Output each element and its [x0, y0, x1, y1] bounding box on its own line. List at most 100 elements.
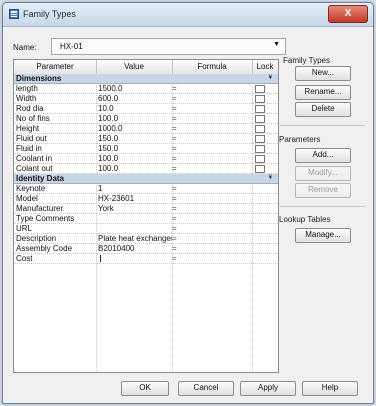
- parameter-value-cell[interactable]: 1000.0: [98, 124, 172, 133]
- column-header-parameter[interactable]: Parameter: [14, 60, 97, 74]
- parameter-formula-cell[interactable]: =: [172, 94, 252, 103]
- parameter-row: Fluid in 150.0 =: [14, 144, 278, 154]
- close-button[interactable]: X: [328, 5, 368, 23]
- parameter-row: Width 600.0 =: [14, 94, 278, 104]
- remove-parameter-button[interactable]: Remove: [295, 183, 351, 198]
- grid-header: Parameter Value Formula Lock: [14, 60, 278, 75]
- parameter-row: Assembly Code B2010400 =: [14, 244, 278, 254]
- parameters-grid: Parameter Value Formula Lock Dimensions ¥…: [13, 59, 279, 373]
- parameter-name-cell: Fluid out: [16, 134, 47, 143]
- parameter-row: No of fins 100.0 =: [14, 114, 278, 124]
- name-label: Name:: [13, 43, 37, 52]
- parameter-value-cell[interactable]: 100.0: [98, 154, 172, 163]
- parameter-name-cell: Cost: [16, 254, 33, 263]
- app-icon: [9, 9, 19, 19]
- parameter-formula-cell[interactable]: =: [172, 144, 252, 153]
- parameter-formula-cell[interactable]: =: [172, 194, 252, 203]
- parameter-value-cell[interactable]: 600.0: [98, 94, 172, 103]
- parameter-formula-cell[interactable]: =: [172, 254, 252, 263]
- parameter-formula-cell[interactable]: =: [172, 204, 252, 213]
- lock-checkbox[interactable]: [255, 145, 265, 153]
- column-header-lock[interactable]: Lock: [252, 60, 278, 74]
- collapse-icon[interactable]: ¥: [269, 174, 272, 183]
- lock-checkbox[interactable]: [255, 125, 265, 133]
- parameter-value-cell[interactable]: 100.0: [98, 114, 172, 123]
- modify-parameter-button[interactable]: Modify...: [295, 166, 351, 181]
- parameter-value-cell[interactable]: B2010400: [98, 244, 172, 253]
- apply-button[interactable]: Apply: [240, 381, 296, 396]
- lock-checkbox[interactable]: [255, 155, 265, 163]
- help-button[interactable]: Help: [302, 381, 358, 396]
- parameter-row: Height 1000.0 =: [14, 124, 278, 134]
- lock-checkbox[interactable]: [255, 135, 265, 143]
- column-header-formula[interactable]: Formula: [172, 60, 253, 74]
- parameter-formula-cell[interactable]: =: [172, 234, 252, 243]
- parameter-value-cell[interactable]: [98, 214, 172, 223]
- name-select[interactable]: HX-01 ▼: [51, 38, 286, 55]
- lock-checkbox[interactable]: [255, 165, 265, 173]
- parameter-row: Colant out 100.0 =: [14, 164, 278, 174]
- parameter-value-cell[interactable]: Plate heat exchanger: [98, 234, 172, 243]
- parameter-name-cell: Rod dia: [16, 104, 44, 113]
- parameter-row: URL =: [14, 224, 278, 234]
- column-header-value[interactable]: Value: [96, 60, 173, 74]
- lock-checkbox[interactable]: [255, 85, 265, 93]
- add-parameter-button[interactable]: Add...: [295, 148, 351, 163]
- parameter-formula-cell[interactable]: =: [172, 224, 252, 233]
- parameter-value-cell[interactable]: HX-23601: [98, 194, 172, 203]
- rename-type-button[interactable]: Rename...: [295, 85, 351, 100]
- parameter-value-cell[interactable]: 1: [98, 184, 172, 193]
- parameter-name-cell: Coolant in: [16, 154, 53, 163]
- parameter-formula-cell[interactable]: =: [172, 124, 252, 133]
- parameter-row: Manufacturer York =: [14, 204, 278, 214]
- parameter-name-cell: URL: [16, 224, 33, 233]
- group-label: Dimensions: [16, 74, 62, 83]
- parameter-value-cell[interactable]: York: [98, 204, 172, 213]
- parameter-value-cell[interactable]: [98, 254, 172, 263]
- parameter-formula-cell[interactable]: =: [172, 244, 252, 253]
- name-select-value: HX-01: [60, 42, 83, 51]
- title-bar: Family Types X: [3, 3, 373, 27]
- parameter-row: Fluid out 150.0 =: [14, 134, 278, 144]
- parameter-formula-cell[interactable]: =: [172, 134, 252, 143]
- group-header[interactable]: Dimensions ¥: [14, 74, 278, 84]
- group-label: Identity Data: [16, 174, 65, 183]
- parameter-formula-cell[interactable]: =: [172, 184, 252, 193]
- parameter-row: length 1500.0 =: [14, 84, 278, 94]
- lock-checkbox[interactable]: [255, 105, 265, 113]
- group-header[interactable]: Identity Data ¥: [14, 174, 278, 184]
- parameter-value-cell[interactable]: 1500.0: [98, 84, 172, 93]
- parameter-name-cell: Height: [16, 124, 40, 133]
- cancel-button[interactable]: Cancel: [178, 381, 234, 396]
- collapse-icon[interactable]: ¥: [269, 74, 272, 83]
- lock-checkbox[interactable]: [255, 115, 265, 123]
- window-title: Family Types: [23, 9, 76, 19]
- parameter-formula-cell[interactable]: =: [172, 84, 252, 93]
- parameter-name-cell: Description: [16, 234, 57, 243]
- parameter-name-cell: Colant out: [16, 164, 53, 173]
- ok-button[interactable]: OK: [121, 381, 169, 396]
- manage-lookup-button[interactable]: Manage...: [295, 228, 351, 243]
- parameter-value-cell[interactable]: 100.0: [98, 164, 172, 173]
- parameter-name-cell: Keynote: [16, 184, 46, 193]
- parameter-value-cell[interactable]: [98, 224, 172, 233]
- parameter-name-cell: Assembly Code: [16, 244, 73, 253]
- parameter-row: Rod dia 10.0 =: [14, 104, 278, 114]
- new-type-button[interactable]: New...: [295, 66, 351, 81]
- separator: [278, 125, 365, 126]
- delete-type-button[interactable]: Delete: [295, 102, 351, 117]
- parameter-formula-cell[interactable]: =: [172, 114, 252, 123]
- parameter-value-cell[interactable]: 150.0: [98, 144, 172, 153]
- parameter-formula-cell[interactable]: =: [172, 214, 252, 223]
- parameter-value-cell[interactable]: 150.0: [98, 134, 172, 143]
- parameter-name-cell: Width: [16, 94, 37, 103]
- lookup-tables-label: Lookup Tables: [279, 215, 331, 224]
- parameter-value-cell[interactable]: 10.0: [98, 104, 172, 113]
- parameter-row: Type Comments =: [14, 214, 278, 224]
- parameter-formula-cell[interactable]: =: [172, 164, 252, 173]
- parameter-formula-cell[interactable]: =: [172, 154, 252, 163]
- parameter-row: Description Plate heat exchanger =: [14, 234, 278, 244]
- parameter-formula-cell[interactable]: =: [172, 104, 252, 113]
- lock-checkbox[interactable]: [255, 95, 265, 103]
- separator: [278, 206, 365, 207]
